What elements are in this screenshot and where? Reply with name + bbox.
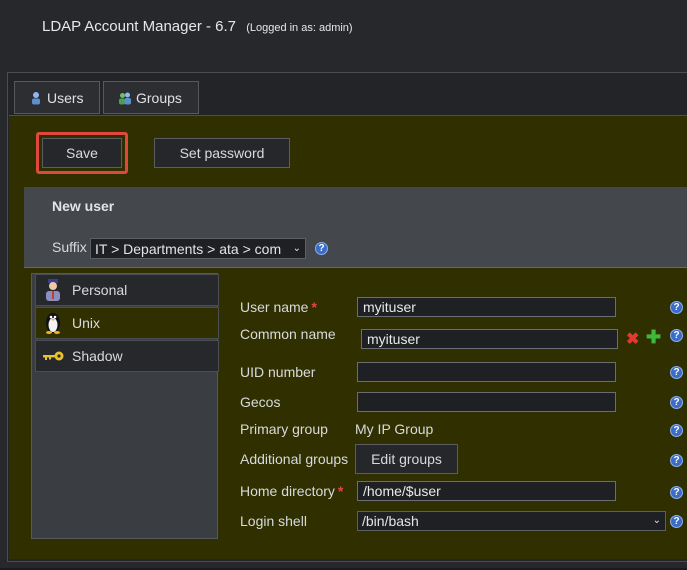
help-icon[interactable]: ? <box>670 366 683 379</box>
set-password-button[interactable]: Set password <box>154 138 290 168</box>
sidebar-item-personal-label: Personal <box>72 282 128 298</box>
main-frame: Users Groups Save Set password New user … <box>7 72 687 562</box>
add-icon[interactable]: ✚ <box>646 327 661 348</box>
help-icon[interactable]: ? <box>670 396 683 409</box>
user-name-field[interactable]: myituser <box>357 297 616 317</box>
form-title: New user <box>52 198 115 214</box>
chevron-down-icon: ⌄ <box>652 514 661 526</box>
help-icon[interactable]: ? <box>670 515 683 528</box>
login-shell-select[interactable]: /bin/bash ⌄ <box>357 511 666 531</box>
help-icon[interactable]: ? <box>315 242 328 255</box>
suffix-select[interactable]: IT > Departments > ata > com ⌄ <box>90 238 306 259</box>
help-icon[interactable]: ? <box>670 424 683 437</box>
home-directory-field[interactable]: /home/$user <box>357 481 616 501</box>
primary-group-label: Primary group <box>240 421 328 437</box>
login-info: (Logged in as: admin) <box>246 22 353 34</box>
help-icon[interactable]: ? <box>670 454 683 467</box>
additional-groups-label: Additional groups <box>240 451 349 467</box>
delete-icon[interactable]: ✖ <box>626 329 639 349</box>
required-mark: * <box>337 483 344 499</box>
help-icon[interactable]: ? <box>670 486 683 499</box>
chevron-down-icon: ⌄ <box>292 242 301 254</box>
login-shell-label: Login shell <box>240 513 307 529</box>
login-shell-value: /bin/bash <box>362 513 419 529</box>
sidebar-item-unix[interactable]: Unix <box>35 307 219 339</box>
personal-icon <box>42 279 64 301</box>
suffix-value: IT > Departments > ata > com <box>95 240 282 257</box>
primary-group-value: My IP Group <box>355 421 434 437</box>
key-icon <box>42 345 64 367</box>
tab-users-label: Users <box>47 89 84 106</box>
required-mark: * <box>311 299 317 315</box>
app-header: LDAP Account Manager - 6.7 (Logged in as… <box>42 18 353 35</box>
tux-icon <box>42 312 64 334</box>
uid-number-label: UID number <box>240 364 316 380</box>
account-panel: Save Set password New user Suffix IT > D… <box>9 115 687 559</box>
common-name-label: Common name <box>240 326 336 342</box>
uid-number-field[interactable] <box>357 362 616 382</box>
form-header: New user Suffix IT > Departments > ata >… <box>24 187 687 267</box>
edit-groups-button[interactable]: Edit groups <box>355 444 458 474</box>
sidebar-item-personal[interactable]: Personal <box>35 274 219 306</box>
user-name-label: User name * <box>240 299 317 315</box>
save-button[interactable]: Save <box>42 138 122 168</box>
app-title: LDAP Account Manager - 6.7 <box>42 18 237 35</box>
suffix-label: Suffix <box>52 239 87 255</box>
tab-groups[interactable]: Groups <box>103 81 199 114</box>
tab-groups-label: Groups <box>136 89 182 106</box>
help-icon[interactable]: ? <box>670 329 683 342</box>
tab-users[interactable]: Users <box>14 81 100 114</box>
sidebar-item-unix-label: Unix <box>72 315 101 331</box>
group-icon <box>119 92 131 104</box>
home-directory-label: Home directory * <box>240 483 344 499</box>
form-content: Personal Unix Shadow User name * myituse… <box>24 267 687 553</box>
user-icon <box>32 91 40 104</box>
gecos-label: Gecos <box>240 394 281 410</box>
help-icon[interactable]: ? <box>670 301 683 314</box>
module-sidebar: Personal Unix Shadow <box>31 273 219 539</box>
sidebar-item-shadow[interactable]: Shadow <box>35 340 219 372</box>
gecos-field[interactable] <box>357 392 616 412</box>
sidebar-item-shadow-label: Shadow <box>72 348 123 364</box>
common-name-field[interactable]: myituser <box>361 329 618 349</box>
